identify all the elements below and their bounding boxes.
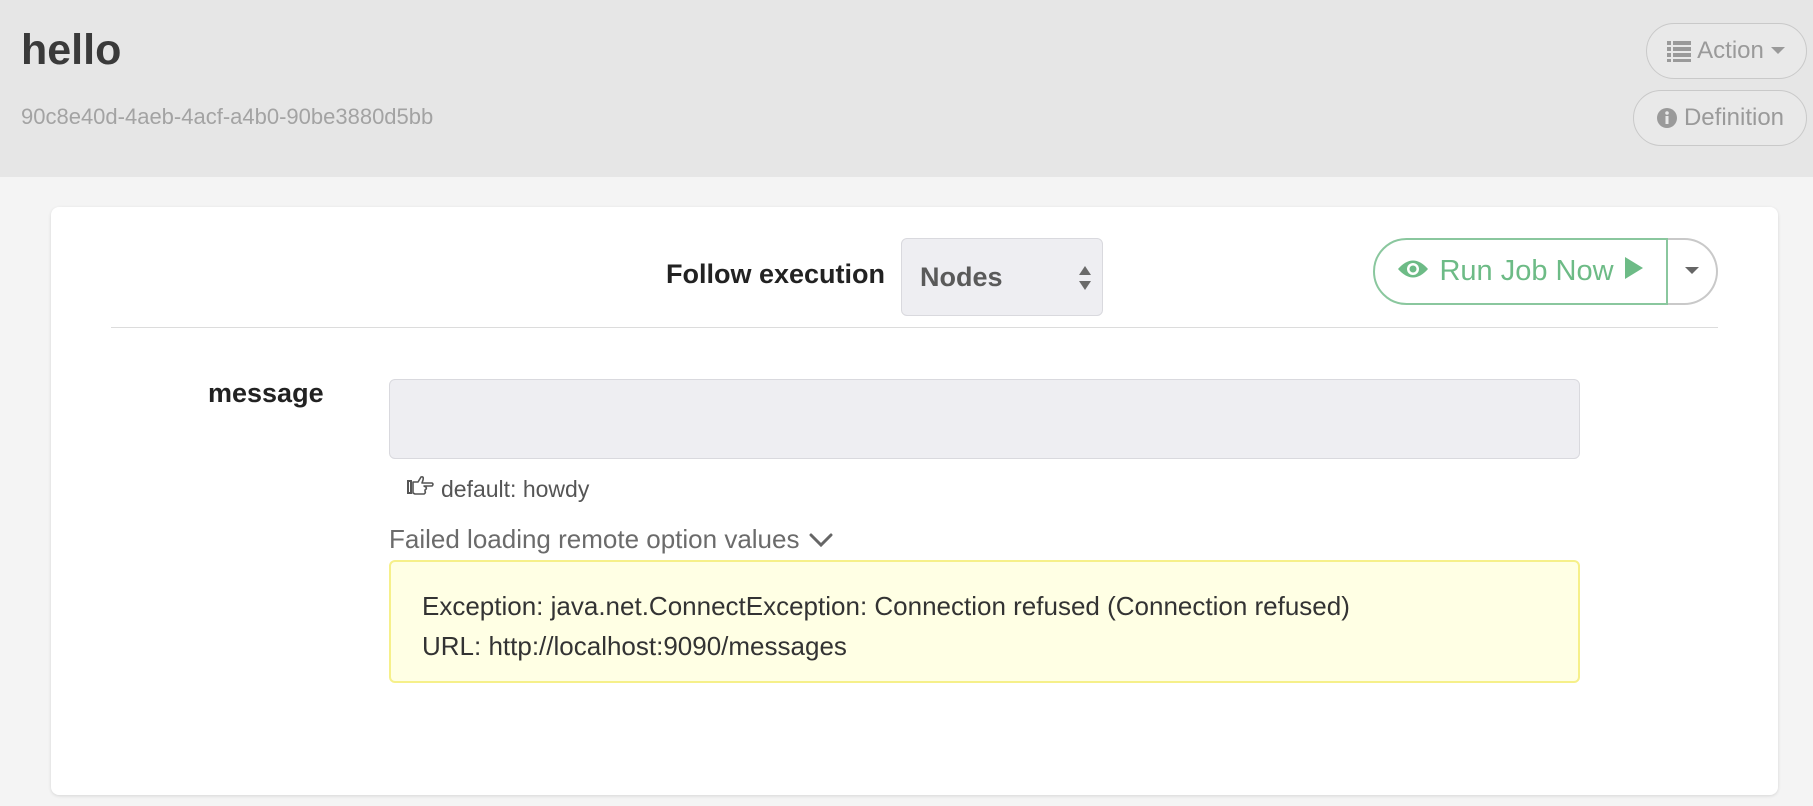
follow-execution-label: Follow execution: [666, 259, 886, 289]
job-header: hello 90c8e40d-4aeb-4acf-a4b0-90be3880d5…: [0, 0, 1813, 177]
default-hint: default: howdy: [407, 475, 589, 503]
default-hint-text: default: howdy: [441, 475, 590, 502]
select-arrows-icon: [1078, 263, 1092, 300]
caret-down-icon: [1770, 46, 1786, 56]
error-url-line: URL: http://localhost:9090/messages: [422, 631, 847, 661]
remote-error-alert: Exception: java.net.ConnectException: Co…: [389, 560, 1580, 683]
definition-button[interactable]: Definition: [1633, 90, 1807, 146]
definition-button-label: Definition: [1683, 104, 1785, 131]
eye-icon: [1397, 255, 1429, 288]
run-job-now-button[interactable]: Run Job Now: [1373, 238, 1668, 305]
caret-down-icon: [1684, 263, 1700, 281]
remote-values-toggle[interactable]: Failed loading remote option values: [389, 524, 833, 555]
chevron-down-icon: [809, 524, 833, 555]
follow-execution-select-value: Nodes: [920, 261, 1003, 292]
remote-values-status: Failed loading remote option values: [389, 524, 800, 554]
action-button[interactable]: Action: [1646, 23, 1807, 79]
follow-execution-select[interactable]: Nodes: [901, 238, 1103, 316]
play-icon: [1624, 255, 1644, 288]
form-divider: [111, 327, 1718, 328]
error-exception-line: Exception: java.net.ConnectException: Co…: [422, 591, 1350, 621]
hand-point-right-icon: [407, 475, 435, 503]
job-title: hello: [21, 26, 122, 74]
run-job-now-label: Run Job Now: [1439, 255, 1614, 287]
action-button-label: Action: [1697, 37, 1764, 64]
list-icon: [1667, 40, 1692, 62]
message-input[interactable]: [389, 379, 1580, 459]
option-label-message: message: [208, 378, 324, 408]
job-uuid: 90c8e40d-4aeb-4acf-a4b0-90be3880d5bb: [21, 104, 434, 129]
info-circle-icon: [1656, 107, 1678, 129]
